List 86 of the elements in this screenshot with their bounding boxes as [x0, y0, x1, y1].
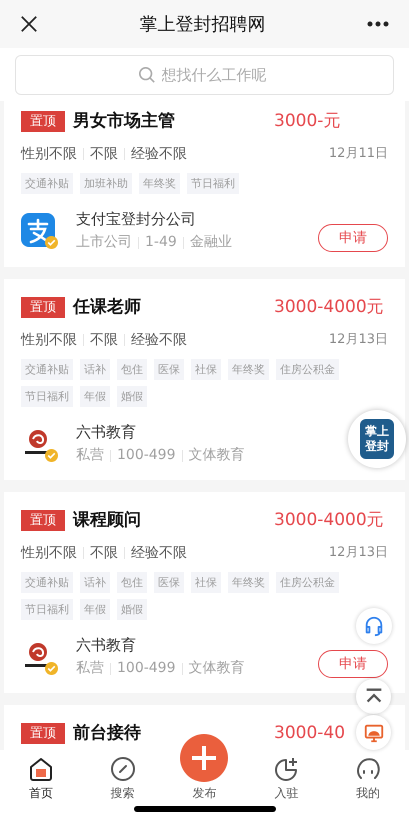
job-title: 课程顾问: [73, 509, 141, 532]
job-requirement: 不限: [90, 144, 118, 164]
company-logo-icon: [21, 213, 55, 248]
benefit-tag: 婚假: [117, 598, 147, 620]
top-badge: 置顶: [21, 723, 65, 744]
salary: 3000-4000元: [274, 509, 384, 532]
benefit-tag: 加班补助: [80, 172, 132, 194]
salary: 3000-40: [274, 722, 346, 745]
tab-item[interactable]: 我的: [327, 756, 409, 802]
salary: 3000-4000元: [274, 296, 384, 319]
page-title: 掌上登封招聘网: [140, 12, 266, 36]
job-requirement: 经验不限: [131, 144, 187, 164]
benefit-tag: 交通补贴: [21, 172, 73, 194]
post-date: 12月13日: [328, 331, 388, 350]
compass-icon: [110, 756, 136, 782]
tab-label: 发布: [192, 785, 216, 802]
company-info: 文体教育: [188, 446, 244, 465]
search-icon: [138, 66, 156, 84]
benefit-tag: 年终奖: [228, 572, 269, 592]
face-icon: [355, 756, 382, 782]
tab-item[interactable]: 首页: [0, 756, 82, 802]
company-info: 私营: [76, 659, 104, 678]
benefit-tag: 住房公积金: [276, 358, 339, 380]
post-date: 12月13日: [328, 544, 388, 562]
tab-label: 入驻: [274, 785, 298, 802]
company-name: 六书教育: [76, 634, 137, 656]
benefit-tag: 医保: [154, 358, 184, 380]
job-requirement: 经验不限: [131, 330, 187, 350]
company-info: 100-499: [117, 659, 176, 678]
salary: 3000-元: [274, 110, 340, 133]
benefit-tag: 话补: [80, 572, 110, 592]
benefit-tag: 包住: [117, 572, 147, 592]
company-info: 1-49: [145, 233, 177, 252]
company-info: 金融业: [190, 233, 232, 252]
job-card[interactable]: 置顶 课程顾问 3000-4000元 性别不限 不限 经验不限 12月13日 交通补贴 话补 包住 医保 社保 年终奖 住房公积金 节日福利 年假 婚假 六书教育 私营 100-499 文体教育 申请: [4, 492, 405, 693]
benefit-tag: 婚假: [117, 386, 147, 406]
top-badge: 置顶: [21, 510, 65, 532]
company-info: 上市公司: [76, 233, 132, 252]
company-info: 100-499: [117, 446, 176, 465]
job-title: 男女市场主管: [73, 110, 175, 133]
benefit-tag: 年终奖: [228, 358, 269, 380]
apply-button[interactable]: 申请: [318, 224, 388, 252]
benefit-tag: 节日福利: [21, 386, 73, 406]
tab-label: 搜索: [110, 785, 135, 802]
job-requirement: 经验不限: [131, 544, 187, 562]
benefit-tag: 交通补贴: [21, 358, 73, 380]
top-badge: 置顶: [21, 297, 65, 318]
company-info: 私营: [76, 446, 104, 465]
home-icon: [28, 756, 54, 782]
company-name: 支付宝登封分公司: [76, 208, 197, 230]
benefit-tag: 年假: [80, 598, 110, 620]
tab-label: 首页: [28, 785, 53, 802]
close-icon[interactable]: [20, 15, 38, 33]
search-field[interactable]: 想找什么工作呢: [162, 64, 272, 86]
benefit-tag: 包住: [117, 358, 147, 380]
benefit-tag: 节日福利: [21, 598, 73, 620]
job-requirement: 性别不限: [21, 330, 77, 350]
benefit-tag: 话补: [80, 358, 110, 380]
benefit-tag: 住房公积金: [276, 572, 339, 592]
logo-text: 掌上: [365, 424, 389, 439]
post-date: 12月11日: [328, 145, 388, 164]
headset-icon: [363, 615, 385, 637]
benefit-tag: 年假: [80, 386, 110, 406]
company-info: 文体教育: [188, 659, 244, 678]
tab-item[interactable]: 搜索: [82, 756, 164, 802]
tab-label: 我的: [356, 785, 380, 802]
benefit-tag: 医保: [154, 572, 184, 592]
tab-item[interactable]: 入驻: [245, 756, 328, 802]
benefit-tag: 社保: [191, 572, 221, 592]
benefit-tag: 年终奖: [139, 172, 180, 194]
pie-plus-icon: [273, 756, 300, 782]
benefit-tag: 社保: [191, 358, 221, 380]
benefit-tag: 交通补贴: [21, 572, 73, 592]
job-card[interactable]: 置顶 男女市场主管 3000-元 性别不限 不限 经验不限 12月11日 交通补贴 加班补助 年终奖 节日福利 支付宝登封分公司 上市公司 1-49 金融业 申请: [4, 101, 405, 267]
benefit-tag: 节日福利: [187, 172, 239, 194]
more-icon[interactable]: [367, 21, 389, 27]
job-title: 任课老师: [73, 296, 141, 319]
job-requirement: 性别不限: [21, 144, 77, 164]
company-name: 六书教育: [76, 422, 137, 442]
job-requirement: 性别不限: [21, 544, 77, 562]
job-requirement: 不限: [90, 544, 118, 562]
apply-button[interactable]: 申请: [318, 650, 388, 678]
job-title: 前台接待: [73, 722, 141, 745]
top-badge: 置顶: [21, 111, 65, 132]
logo-text: 登封: [365, 439, 389, 454]
job-requirement: 不限: [90, 330, 118, 350]
